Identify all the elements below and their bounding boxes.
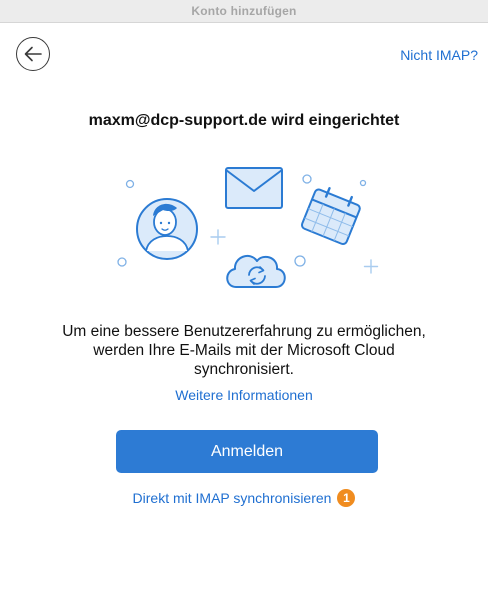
back-button[interactable]	[16, 37, 50, 71]
window-title: Konto hinzufügen	[191, 4, 297, 18]
person-avatar-icon	[136, 198, 198, 260]
arrow-left-icon	[24, 46, 42, 62]
imap-sync-row: Direkt mit IMAP synchronisieren 1	[0, 489, 488, 507]
description-line: synchronisiert.	[194, 361, 294, 378]
calendar-icon	[300, 186, 361, 246]
envelope-icon	[225, 167, 283, 209]
description-line: werden Ihre E-Mails mit der Microsoft Cl…	[93, 342, 395, 359]
more-info-link[interactable]: Weitere Informationen	[0, 387, 488, 403]
imap-sync-link[interactable]: Direkt mit IMAP synchronisieren	[133, 490, 332, 506]
setup-illustration	[117, 167, 379, 288]
page-title: maxm@dcp-support.de wird eingerichtet	[88, 112, 400, 129]
not-imap-link[interactable]: Nicht IMAP?	[400, 47, 478, 63]
description-line: Um eine bessere Benutzererfahrung zu erm…	[62, 323, 426, 340]
signin-button[interactable]: Anmelden	[116, 430, 378, 473]
description-text: Um eine bessere Benutzererfahrung zu erm…	[30, 322, 458, 379]
info-badge: 1	[337, 489, 356, 507]
window-titlebar: Konto hinzufügen	[0, 0, 488, 23]
cloud-sync-icon	[226, 254, 286, 288]
